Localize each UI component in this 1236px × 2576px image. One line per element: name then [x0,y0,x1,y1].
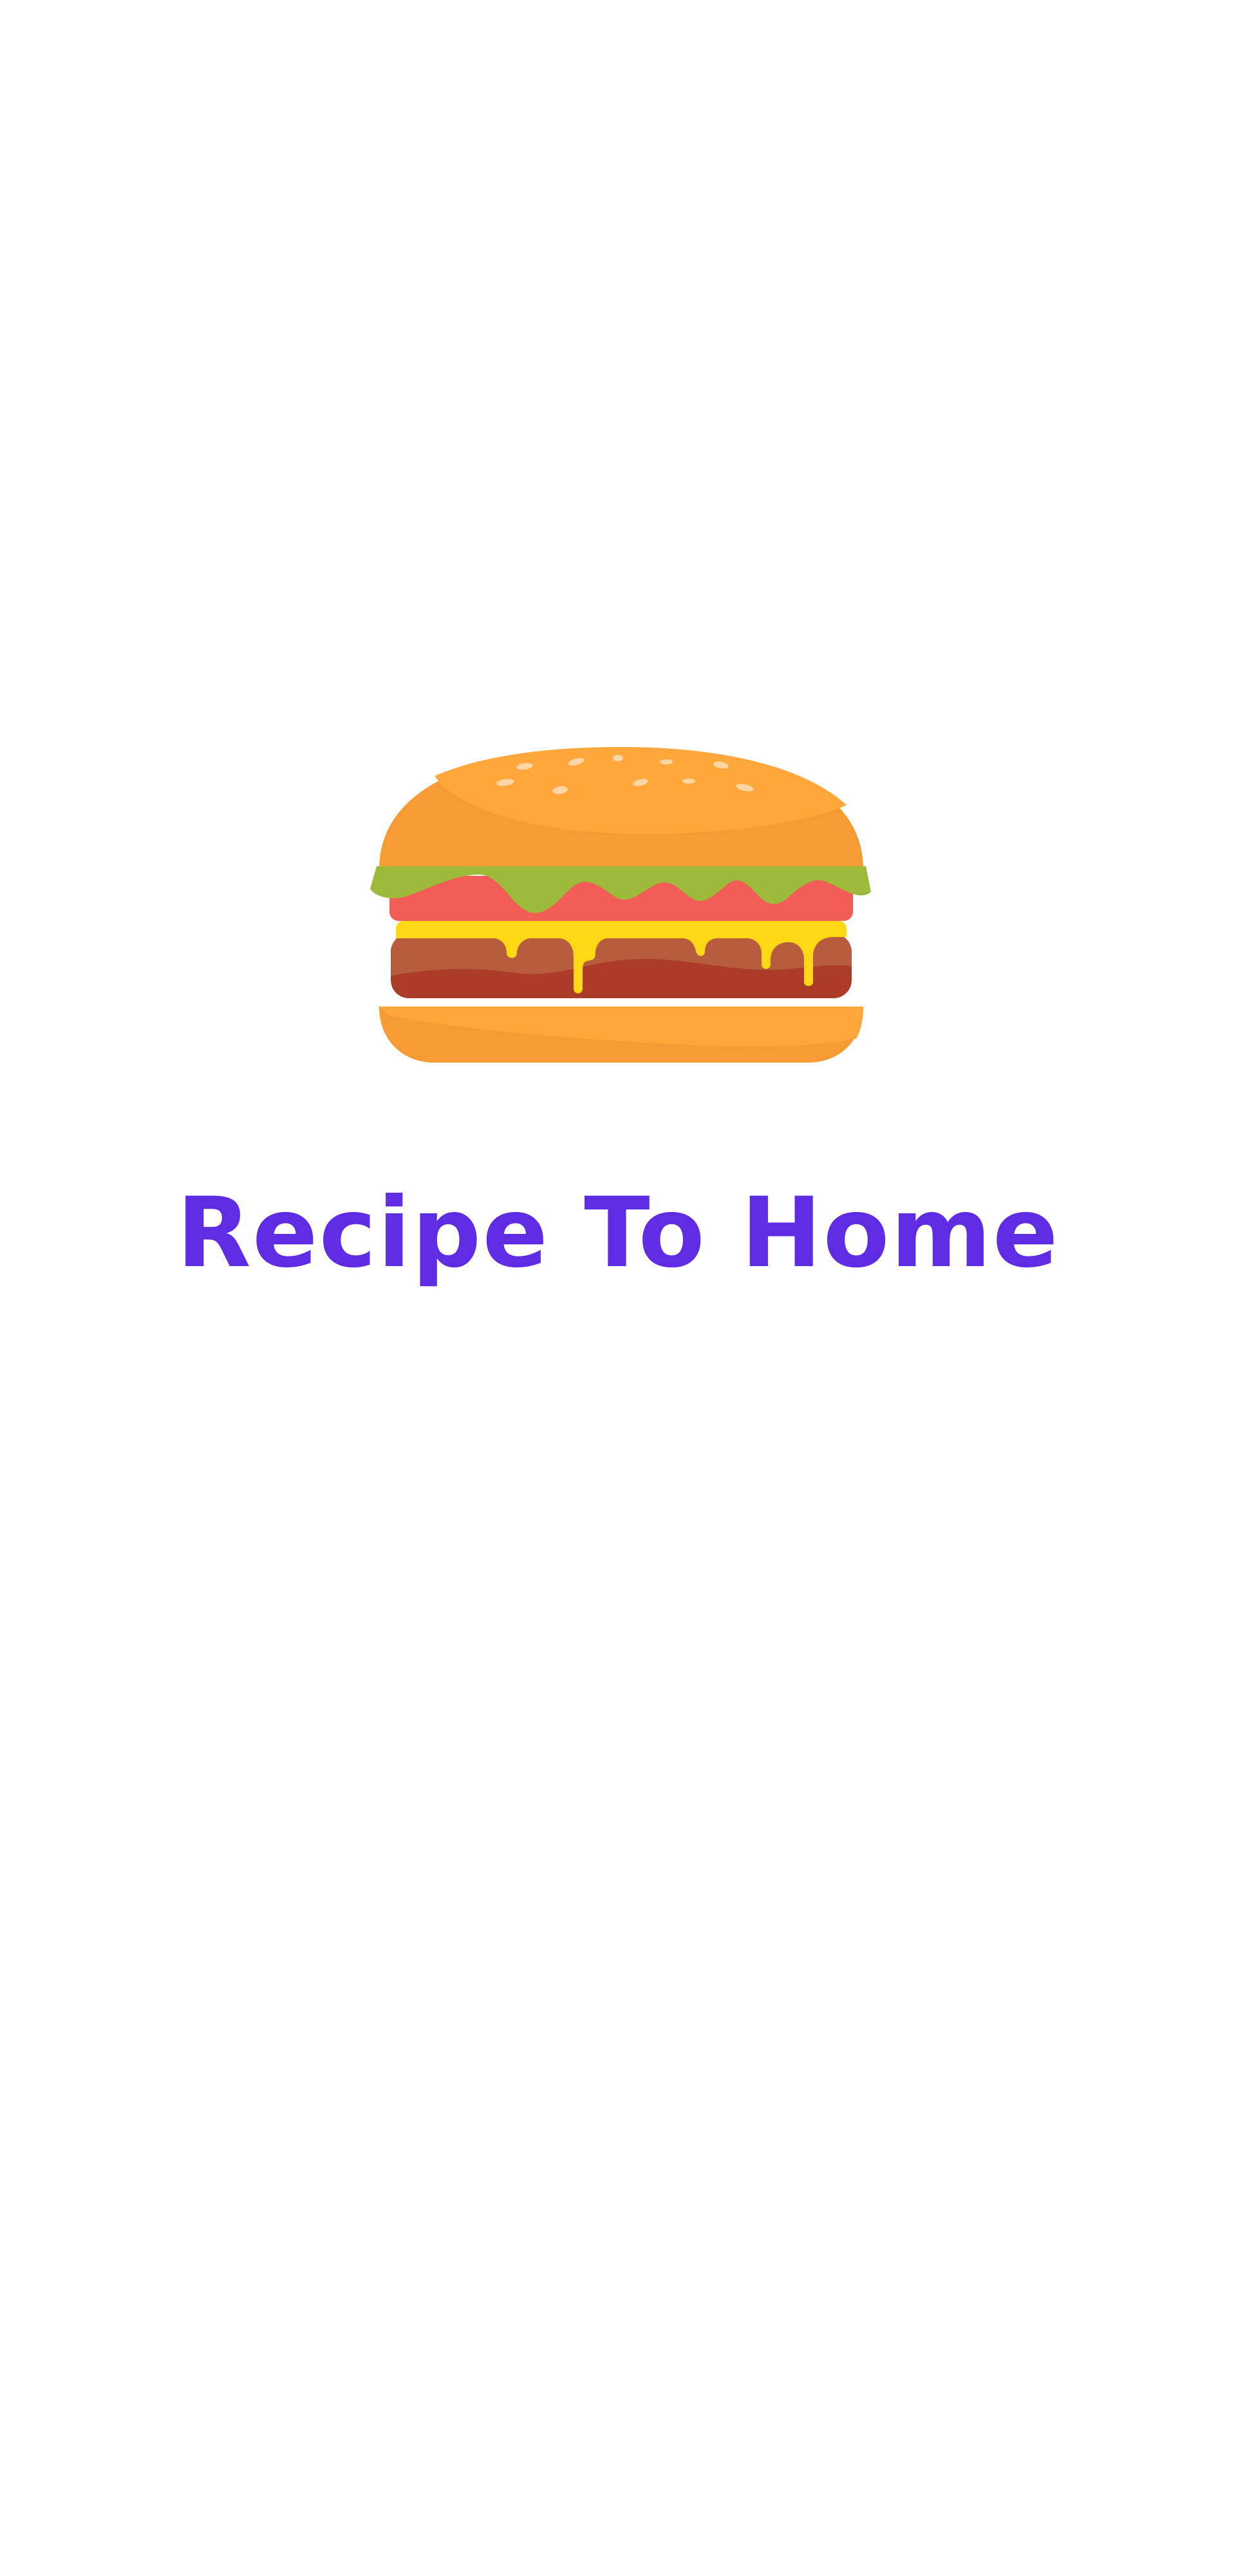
app-title: Recipe To Home [176,1177,1060,1289]
splash-screen: Recipe To Home [0,0,1236,2576]
burger-icon [370,747,871,1063]
